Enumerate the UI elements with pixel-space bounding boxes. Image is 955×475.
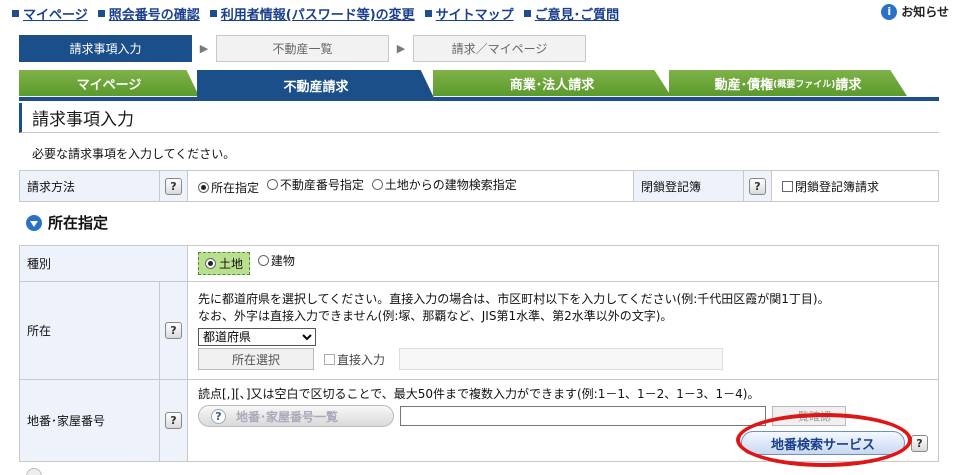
info-icon: i — [881, 3, 898, 20]
lot-number-input[interactable] — [400, 406, 766, 426]
radio-land[interactable]: 土地 — [198, 252, 251, 275]
location-table: 種別 土地 建物 所在 ? 先に都道府県を選択してください。直接入力の場合は、市… — [19, 245, 939, 462]
progress-steps: 請求事項入力 ▶ 不動産一覧 ▶ 請求／マイページ — [19, 35, 586, 62]
closed-help-cell: ? — [743, 170, 772, 202]
location-label: 所在 — [19, 281, 160, 380]
lot-help-cell: ? — [159, 379, 188, 462]
location-note-2: なお、外字は直接入力できません(例:塚、那覇など、JIS第1水準、第2水準以外の… — [198, 309, 673, 323]
nav-link-sitemap[interactable]: サイトマップ — [424, 4, 514, 23]
top-nav-links: マイページ 照会番号の確認 利用者情報(パスワード等)の変更 サイトマップ ご意… — [12, 4, 619, 23]
question-icon: ? — [211, 408, 226, 424]
step-arrow-icon: ▶ — [199, 42, 209, 55]
nav-link-reference-number[interactable]: 照会番号の確認 — [97, 4, 200, 23]
location-note-1: 先に都道府県を選択してください。直接入力の場合は、市区町村以下を入力してください… — [198, 292, 830, 306]
lot-list-button[interactable]: ? 地番･家屋番号一覧 — [198, 405, 394, 427]
step-request: 請求／マイページ — [413, 35, 586, 62]
bullet-icon — [424, 10, 432, 17]
radio-location[interactable]: 所在指定 — [198, 179, 259, 196]
lot-label: 地番･家屋番号 — [19, 379, 160, 462]
next-section-icon — [26, 468, 42, 475]
tab-mypage[interactable]: マイページ — [19, 70, 199, 96]
nav-link-mypage[interactable]: マイページ — [12, 4, 88, 23]
help-icon[interactable]: ? — [165, 412, 182, 429]
checkbox-icon — [324, 353, 335, 365]
step-arrow-icon: ▶ — [396, 42, 406, 55]
radio-icon — [266, 179, 278, 190]
method-help-cell: ? — [159, 170, 188, 202]
method-label: 請求方法 — [19, 170, 160, 202]
radio-icon — [257, 255, 269, 266]
step-input: 請求事項入力 — [19, 35, 192, 62]
tab-movable[interactable]: 動産･債権 (概要ファイル) 請求 — [669, 70, 907, 96]
help-icon[interactable]: ? — [749, 177, 766, 195]
bullet-icon — [12, 10, 19, 17]
section-heading: 所在指定 — [26, 212, 108, 233]
location-help-cell: ? — [159, 281, 188, 380]
page-title: 請求事項入力 — [19, 103, 939, 133]
radio-checked-icon — [205, 258, 216, 269]
closed-register-checkbox[interactable]: 閉鎖登記簿請求 — [782, 178, 879, 195]
bullet-icon — [523, 10, 531, 17]
radio-building-search[interactable]: 土地からの建物検索指定 — [371, 176, 517, 193]
kind-label: 種別 — [19, 245, 188, 282]
chevron-down-icon — [26, 214, 42, 231]
main-tabs: マイページ 不動産請求 商業･法人請求 動産･債権 (概要ファイル) 請求 — [19, 70, 939, 100]
help-icon[interactable]: ? — [165, 177, 182, 195]
location-action-row: 所在選択 直接入力 — [198, 348, 928, 370]
direct-input-checkbox[interactable]: 直接入力 — [324, 351, 385, 368]
tab-corporate[interactable]: 商業･法人請求 — [433, 70, 671, 96]
nav-link-user-info[interactable]: 利用者情報(パスワード等)の変更 — [209, 4, 415, 23]
lot-search-service-button[interactable]: 地番検索サービス — [741, 431, 905, 455]
bullet-icon — [209, 10, 217, 17]
tab-underline — [19, 97, 939, 101]
step-list: 不動産一覧 — [216, 35, 389, 62]
confirm-list-button[interactable]: 一覧確認 — [772, 406, 846, 426]
help-icon[interactable]: ? — [911, 434, 928, 452]
closed-register-label: 閉鎖登記簿 — [633, 170, 744, 202]
bullet-icon — [97, 10, 105, 17]
notice-link[interactable]: i お知らせ — [881, 3, 949, 20]
radio-icon — [371, 179, 383, 190]
tab-realestate[interactable]: 不動産請求 — [197, 70, 435, 100]
method-table: 請求方法 ? 所在指定 不動産番号指定 土地からの建物検索指定 閉鎖登記簿 ? … — [19, 170, 939, 202]
radio-building[interactable]: 建物 — [257, 252, 295, 269]
radio-checked-icon — [198, 182, 209, 193]
radio-property-number[interactable]: 不動産番号指定 — [266, 176, 364, 193]
checkbox-icon — [782, 180, 793, 192]
intro-text: 必要な請求事項を入力してください。 — [32, 147, 236, 161]
top-nav: マイページ 照会番号の確認 利用者情報(パスワード等)の変更 サイトマップ ご意… — [0, 0, 955, 26]
help-icon[interactable]: ? — [165, 322, 182, 339]
lot-action-row: ? 地番･家屋番号一覧 一覧確認 — [198, 405, 928, 427]
prefecture-select[interactable]: 都道府県 — [198, 328, 316, 346]
nav-link-feedback[interactable]: ご意見･ご質問 — [523, 4, 619, 23]
kind-options: 土地 建物 — [187, 245, 939, 282]
lot-note: 読点[,][､]又は空白で区切ることで、最大50件まで複数入力ができます(例:1… — [198, 387, 760, 401]
lot-search-row: 地番検索サービス ? — [198, 431, 928, 455]
closed-register-option: 閉鎖登記簿請求 — [771, 170, 939, 202]
method-options: 所在指定 不動産番号指定 土地からの建物検索指定 — [187, 170, 634, 202]
lot-inputs: 読点[,][､]又は空白で区切ることで、最大50件まで複数入力ができます(例:1… — [187, 379, 939, 462]
location-select-button[interactable]: 所在選択 — [198, 348, 314, 370]
location-inputs: 先に都道府県を選択してください。直接入力の場合は、市区町村以下を入力してください… — [187, 281, 939, 380]
prefecture-row: 都道府県 — [198, 328, 928, 346]
location-text-input[interactable] — [399, 348, 724, 370]
